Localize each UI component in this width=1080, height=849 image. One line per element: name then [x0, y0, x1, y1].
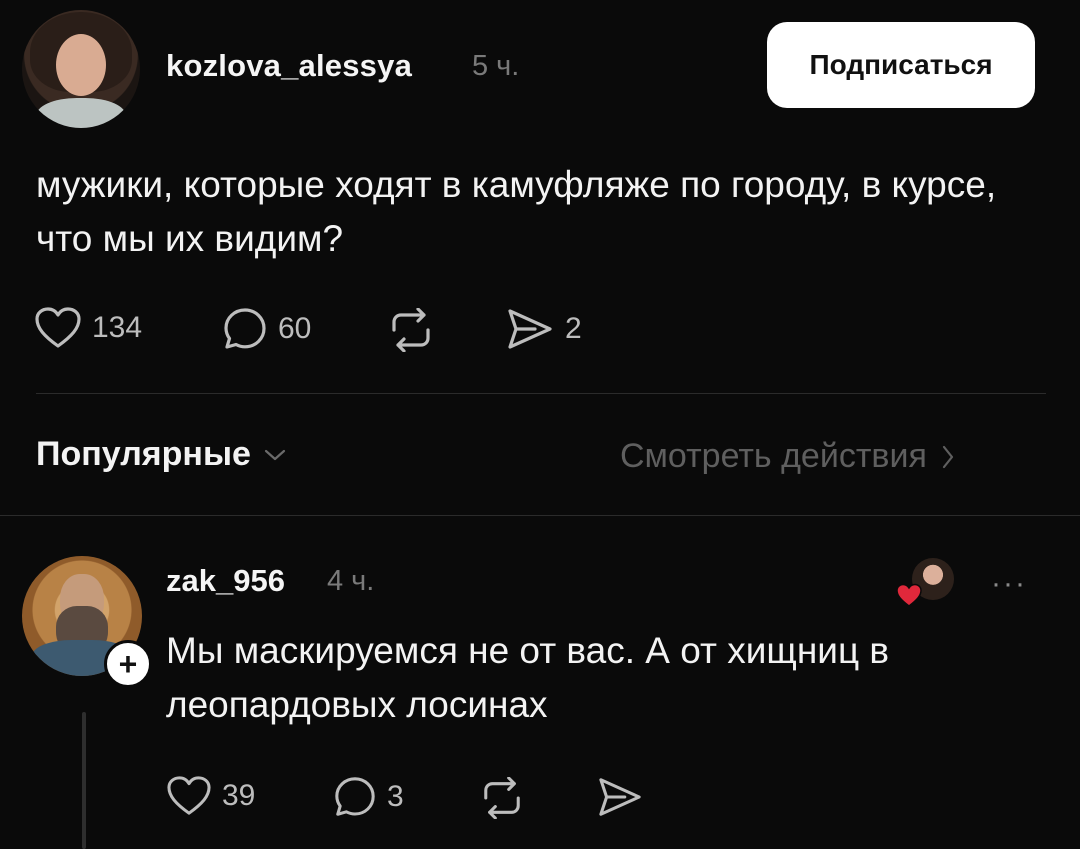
post-comment-button[interactable]: 60	[222, 306, 311, 352]
follow-plus-button[interactable]: +	[104, 640, 152, 688]
reply-repost-button[interactable]	[478, 777, 526, 819]
repost-icon	[386, 308, 436, 352]
reply-comment-button[interactable]: 3	[333, 775, 404, 819]
post-timestamp: 5 ч.	[472, 50, 520, 82]
divider	[36, 393, 1046, 394]
reply-share-button[interactable]	[596, 775, 644, 819]
more-options-button[interactable]: ···	[991, 567, 1027, 601]
comment-icon	[222, 306, 268, 352]
post-comment-count: 60	[278, 312, 312, 345]
reply-text: Мы маскируемся не от вас. А от хищниц в …	[166, 630, 890, 725]
chevron-down-icon	[263, 447, 287, 463]
send-icon	[505, 306, 555, 352]
send-icon	[596, 775, 644, 819]
author-avatar[interactable]	[22, 10, 140, 128]
post-text: мужики, которые ходят в камуфляже по гор…	[36, 164, 997, 259]
repost-icon	[478, 777, 526, 819]
see-activity-label: Смотреть действия	[620, 437, 927, 475]
sort-dropdown[interactable]: Популярные	[36, 435, 287, 474]
reply-comment-count: 3	[387, 780, 404, 813]
post-repost-button[interactable]	[386, 308, 436, 352]
comment-icon	[333, 775, 377, 819]
author-username[interactable]: kozlova_alessya	[166, 48, 412, 84]
reply-like-count: 39	[222, 779, 256, 812]
liked-heart-icon	[895, 582, 923, 613]
reply-timestamp: 4 ч.	[327, 565, 375, 597]
post-like-button[interactable]: 134	[34, 306, 142, 350]
post-share-count: 2	[565, 312, 582, 345]
plus-icon: +	[118, 646, 138, 682]
divider	[0, 515, 1080, 516]
heart-icon	[166, 775, 212, 817]
reply-author-username[interactable]: zak_956	[166, 563, 285, 599]
post-share-button[interactable]: 2	[505, 306, 582, 352]
see-activity-link[interactable]: Смотреть действия	[620, 437, 955, 476]
post-like-count: 134	[92, 311, 143, 344]
sort-label: Популярные	[36, 435, 251, 473]
follow-button[interactable]: Подписаться	[767, 22, 1035, 108]
thread-line	[82, 712, 86, 849]
reply-like-button[interactable]: 39	[166, 775, 255, 817]
chevron-right-icon	[941, 444, 955, 470]
heart-icon	[34, 306, 82, 350]
